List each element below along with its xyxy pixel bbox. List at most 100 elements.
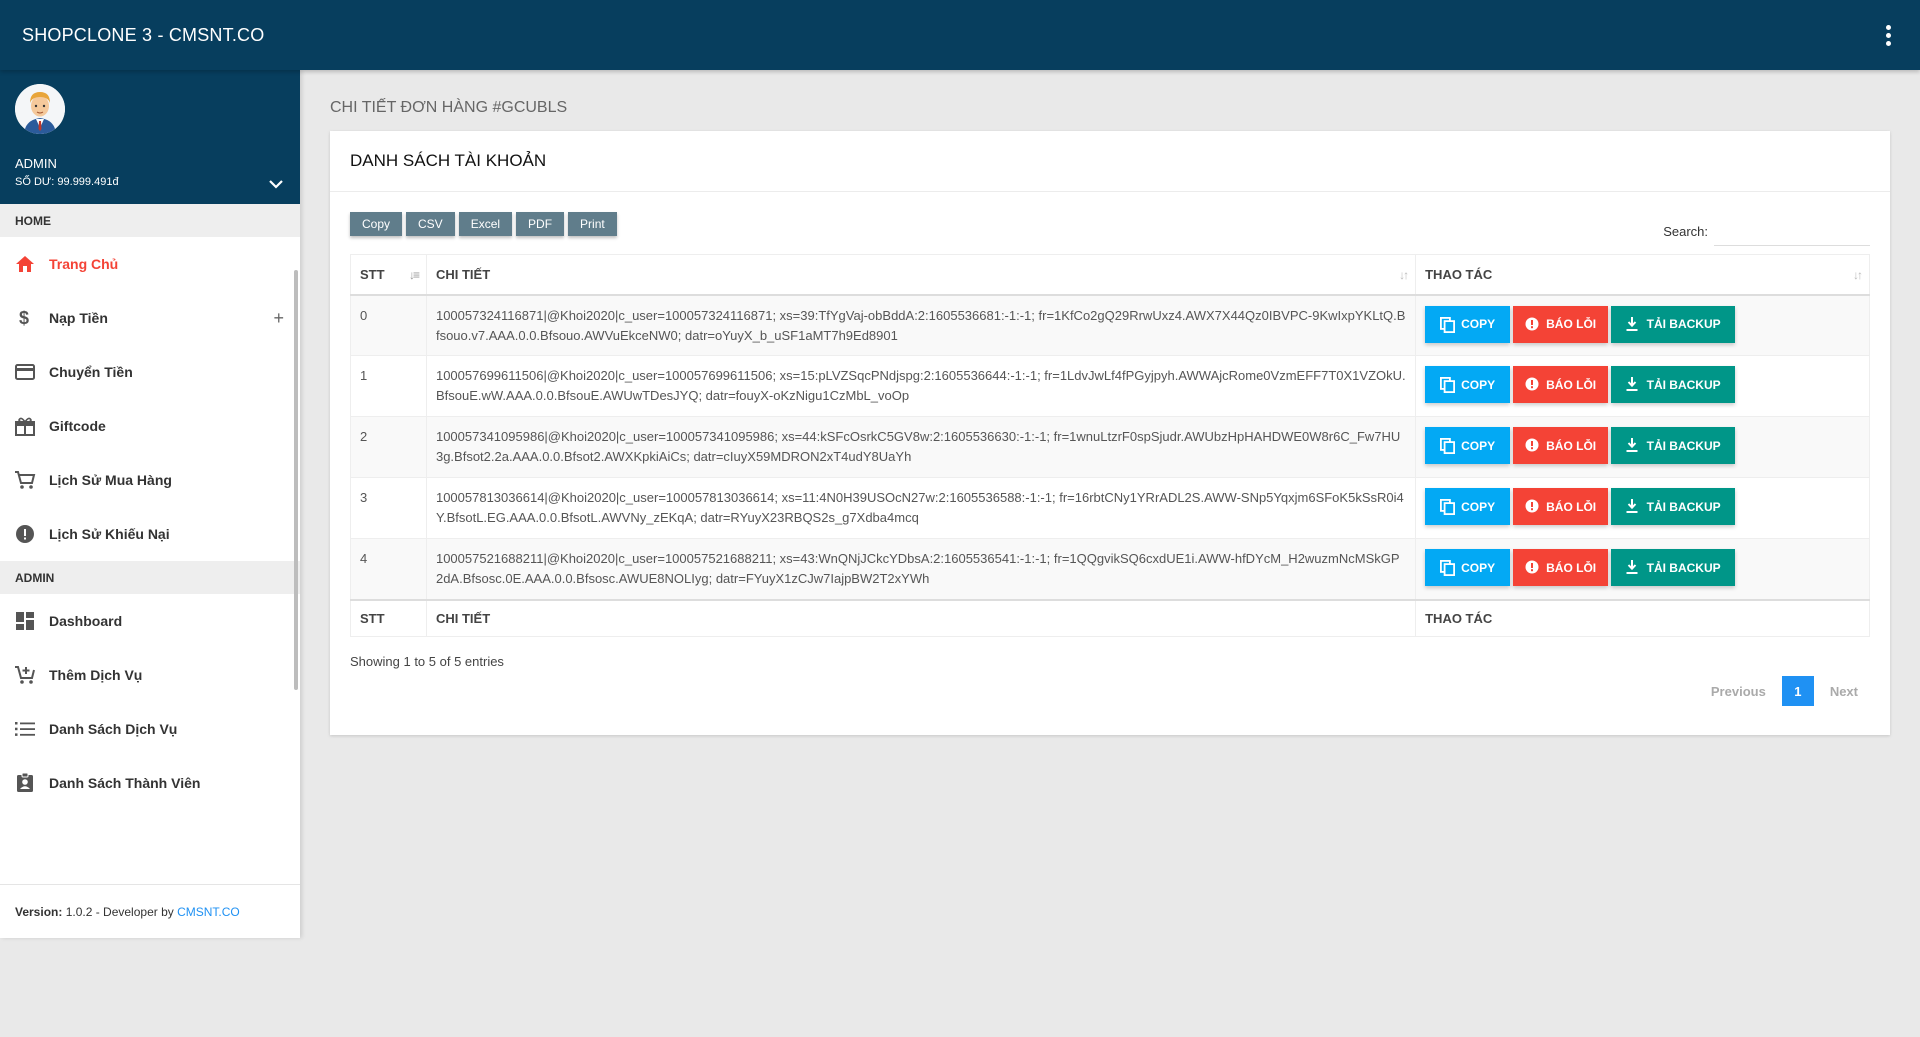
alert-icon bbox=[1525, 377, 1540, 392]
copy-button[interactable]: COPY bbox=[1425, 427, 1511, 464]
row-stt: 2 bbox=[350, 416, 427, 478]
chevron-down-icon[interactable] bbox=[268, 177, 284, 189]
sidebar-item-giftcode[interactable]: Giftcode bbox=[0, 399, 300, 453]
export-print-button[interactable]: Print bbox=[568, 212, 617, 236]
more-vert-icon[interactable] bbox=[1878, 21, 1898, 49]
sort-icon: ↓↑ bbox=[1853, 268, 1863, 282]
row-detail: 100057341095986|@Khoi2020|c_user=1000573… bbox=[425, 416, 1417, 478]
copy-label: COPY bbox=[1461, 317, 1496, 331]
row-detail: 100057521688211|@Khoi2020|c_user=1000575… bbox=[425, 538, 1417, 600]
report-error-button[interactable]: BÁO LỖI bbox=[1513, 488, 1609, 525]
brand-title[interactable]: SHOPCLONE 3 - CMSNT.CO bbox=[22, 25, 264, 46]
copy-icon bbox=[1440, 316, 1456, 333]
copy-button[interactable]: COPY bbox=[1425, 488, 1511, 525]
report-error-button[interactable]: BÁO LỖI bbox=[1513, 427, 1609, 464]
download-backup-button[interactable]: TẢI BACKUP bbox=[1611, 366, 1736, 403]
sidebar-item-label: Nạp Tiền bbox=[49, 310, 108, 326]
copy-button[interactable]: COPY bbox=[1425, 549, 1511, 586]
column-header-stt[interactable]: STT ↓≡ bbox=[350, 254, 427, 296]
copy-label: COPY bbox=[1461, 560, 1496, 575]
export-excel-button[interactable]: Excel bbox=[458, 212, 513, 236]
row-actions: COPY BÁO LỖI TẢI BACKUP bbox=[1415, 294, 1870, 356]
export-copy-button[interactable]: Copy bbox=[350, 212, 403, 236]
backup-label: TẢI BACKUP bbox=[1646, 377, 1721, 392]
accounts-table: STT ↓≡ CHI TIẾT ↓↑ THAO TÁC ↓↑ 0 10005732411… bbox=[350, 254, 1870, 637]
report-label: BÁO LỖI bbox=[1546, 438, 1597, 453]
accounts-card: DANH SÁCH TÀI KHOẢN Copy CSV Excel PDF P… bbox=[330, 131, 1890, 735]
footer-stt: STT bbox=[350, 598, 427, 637]
top-navbar: SHOPCLONE 3 - CMSNT.CO bbox=[0, 0, 1920, 70]
dollar-icon: $ bbox=[14, 307, 36, 329]
report-error-button[interactable]: BÁO LỖI bbox=[1513, 366, 1609, 403]
row-actions: COPY BÁO LỖI TẢI BACKUP bbox=[1415, 416, 1870, 478]
download-backup-button[interactable]: TẢI BACKUP bbox=[1611, 305, 1736, 343]
sidebar-item-chuyen-tien[interactable]: Chuyển Tiền bbox=[0, 345, 300, 399]
sidebar-item-lich-su-mua-hang[interactable]: Lịch Sử Mua Hàng bbox=[0, 453, 300, 507]
sidebar-item-nap-tien[interactable]: $ Nạp Tiền + bbox=[0, 291, 300, 345]
sidebar-item-trang-chu[interactable]: Trang Chủ bbox=[0, 237, 300, 291]
search-label: Search: bbox=[1663, 223, 1708, 239]
sidebar: ADMIN SỐ DƯ: 99.999.491đ HOME Trang Chủ … bbox=[0, 70, 300, 938]
sidebar-scrollbar[interactable] bbox=[294, 270, 298, 690]
copy-button[interactable]: COPY bbox=[1425, 305, 1511, 343]
user-info: ADMIN SỐ DƯ: 99.999.491đ bbox=[0, 70, 300, 204]
column-header-chi-tiet[interactable]: CHI TIẾT ↓↑ bbox=[425, 254, 1417, 296]
sidebar-item-label: Giftcode bbox=[49, 418, 106, 434]
plus-icon[interactable]: + bbox=[273, 308, 284, 329]
sidebar-item-lich-su-khieu-nai[interactable]: Lịch Sử Khiếu Nại bbox=[0, 507, 300, 561]
table-row: 3 100057813036614|@Khoi2020|c_user=100057… bbox=[350, 477, 1870, 539]
footer-chi-tiet: CHI TIẾT bbox=[425, 598, 1417, 637]
backup-label: TẢI BACKUP bbox=[1646, 317, 1721, 331]
sidebar-item-label: Thêm Dịch Vụ bbox=[49, 667, 143, 683]
page-1-button[interactable]: 1 bbox=[1781, 676, 1814, 706]
sidebar-item-label: Lịch Sử Mua Hàng bbox=[49, 472, 172, 488]
download-icon bbox=[1626, 316, 1641, 332]
row-actions: COPY BÁO LỖI TẢI BACKUP bbox=[1415, 355, 1870, 417]
report-error-button[interactable]: BÁO LỖI bbox=[1513, 305, 1609, 343]
download-backup-button[interactable]: TẢI BACKUP bbox=[1611, 427, 1736, 464]
developer-link[interactable]: CMSNT.CO bbox=[177, 905, 240, 919]
row-detail: 100057324116871|@Khoi2020|c_user=1000573… bbox=[425, 294, 1417, 356]
copy-button[interactable]: COPY bbox=[1425, 366, 1511, 403]
sidebar-item-label: Chuyển Tiền bbox=[49, 364, 133, 380]
avatar bbox=[15, 84, 65, 134]
search-input[interactable] bbox=[1714, 216, 1870, 246]
download-icon bbox=[1626, 438, 1641, 453]
list-icon bbox=[14, 718, 36, 740]
dashboard-icon bbox=[14, 610, 36, 632]
row-stt: 1 bbox=[350, 355, 427, 417]
add-cart-icon bbox=[14, 664, 36, 686]
sidebar-footer: Version: 1.0.2 - Developer by CMSNT.CO bbox=[0, 884, 300, 938]
export-buttons: Copy CSV Excel PDF Print bbox=[350, 212, 617, 236]
backup-label: TẢI BACKUP bbox=[1646, 560, 1721, 575]
export-pdf-button[interactable]: PDF bbox=[516, 212, 565, 236]
copy-icon bbox=[1440, 499, 1456, 515]
download-backup-button[interactable]: TẢI BACKUP bbox=[1611, 488, 1736, 525]
page-title: CHI TIẾT ĐƠN HÀNG #GCUBLS bbox=[330, 99, 568, 116]
row-stt: 4 bbox=[350, 538, 427, 600]
report-error-button[interactable]: BÁO LỖI bbox=[1513, 549, 1609, 586]
table-info: Showing 1 to 5 of 5 entries bbox=[350, 654, 504, 669]
sidebar-item-them-dich-vu[interactable]: Thêm Dịch Vụ bbox=[0, 648, 300, 702]
column-header-thao-tac[interactable]: THAO TÁC ↓↑ bbox=[1415, 254, 1870, 296]
export-csv-button[interactable]: CSV bbox=[406, 212, 455, 236]
download-icon bbox=[1626, 377, 1641, 392]
previous-page-button[interactable]: Previous bbox=[1699, 684, 1778, 699]
sidebar-item-dashboard[interactable]: Dashboard bbox=[0, 594, 300, 648]
next-page-button[interactable]: Next bbox=[1818, 684, 1870, 699]
alert-icon bbox=[1525, 317, 1540, 332]
report-label: BÁO LỖI bbox=[1546, 499, 1597, 514]
version-label: Version: bbox=[15, 905, 63, 919]
report-label: BÁO LỖI bbox=[1546, 317, 1597, 331]
user-name: ADMIN bbox=[15, 156, 57, 171]
copy-icon bbox=[1440, 377, 1456, 393]
row-stt: 0 bbox=[350, 294, 427, 356]
download-backup-button[interactable]: TẢI BACKUP bbox=[1611, 549, 1736, 586]
card-title: DANH SÁCH TÀI KHOẢN bbox=[330, 131, 1890, 192]
sidebar-item-danh-sach-dich-vu[interactable]: Danh Sách Dịch Vụ bbox=[0, 702, 300, 756]
sidebar-item-danh-sach-thanh-vien[interactable]: Danh Sách Thành Viên bbox=[0, 756, 300, 810]
table-row: 0 100057324116871|@Khoi2020|c_user=100057… bbox=[350, 294, 1870, 356]
copy-label: COPY bbox=[1461, 438, 1496, 453]
row-detail: 100057813036614|@Khoi2020|c_user=1000578… bbox=[425, 477, 1417, 539]
alert-icon bbox=[1525, 438, 1540, 453]
